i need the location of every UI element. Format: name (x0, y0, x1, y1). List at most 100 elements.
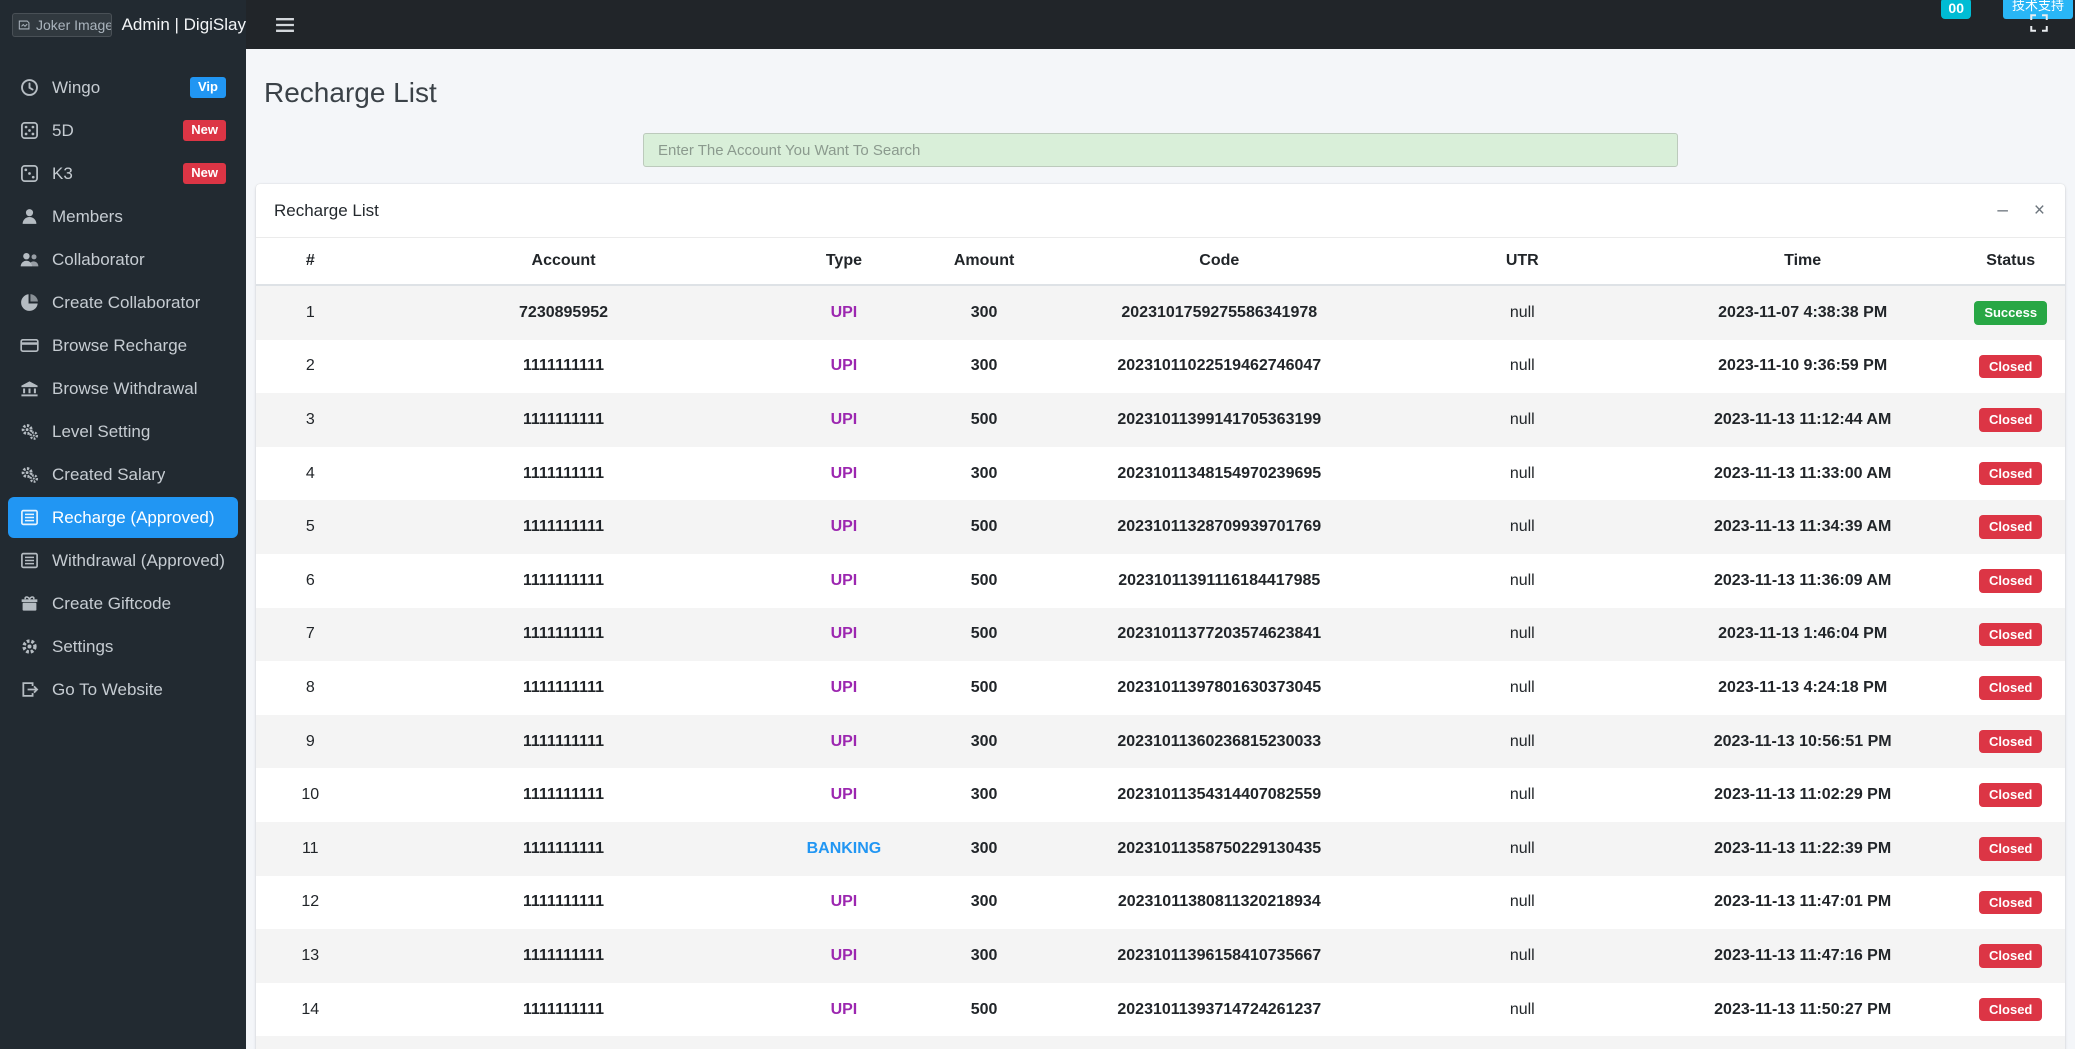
code-cell: 20231011393714724261237 (1117, 1000, 1322, 1018)
sidebar-item-label: Go To Website (52, 679, 163, 699)
time-cell: 2023-11-13 11:22:39 PM (1714, 839, 1892, 857)
sidebar-item-members[interactable]: Members (8, 196, 238, 237)
utr-cell: null (1509, 357, 1535, 375)
account-cell: 1111111111 (523, 786, 605, 804)
list-icon (20, 551, 39, 570)
sidebar-item-wingo[interactable]: Wingo Vip (8, 67, 238, 108)
gear-icon (20, 637, 39, 656)
sidebar: Wingo Vip 5D New K3 New Members Collaborator Cre… (0, 49, 246, 1049)
utr-cell: null (1509, 946, 1535, 964)
amount-cell: 500 (925, 1036, 1043, 1049)
sidebar-item-recharge-approved[interactable]: Recharge (Approved) (8, 497, 238, 538)
sidebar-item-label: Created Salary (52, 464, 166, 484)
status-badge: Closed (1979, 729, 2043, 754)
row-number-cell: 8 (305, 678, 315, 696)
fullscreen-expand-icon[interactable] (2029, 13, 2049, 33)
row-number-cell: 9 (305, 732, 315, 750)
type-cell: UPI (830, 357, 858, 375)
sidebar-item-label: Level Setting (52, 421, 151, 441)
status-badge: Closed (1979, 354, 2043, 379)
row-number-cell: 15 (256, 1036, 365, 1049)
sidebar-item-label: 5D (52, 120, 74, 140)
table-row: 5 1111111111 UPI 500 20231011328709939701769… (256, 500, 2065, 554)
sidebar-item-browse-withdrawal[interactable]: Browse Withdrawal (8, 368, 238, 409)
sidebar-item-collaborator[interactable]: Collaborator (8, 239, 238, 280)
sidebar-item-go-to-website[interactable]: Go To Website (8, 669, 238, 710)
code-cell: 20231011396158410735667 (1117, 946, 1322, 964)
sidebar-item-created-salary[interactable]: Created Salary (8, 454, 238, 495)
time-cell: 2023-11-13 4:24:18 PM (1718, 678, 1888, 696)
sidebar-item-label: Wingo (52, 77, 101, 97)
type-cell: UPI (830, 893, 858, 911)
amount-cell: 300 (970, 464, 998, 482)
sidebar-badge: New (183, 163, 226, 184)
sidebar-item-browse-recharge[interactable]: Browse Recharge (8, 325, 238, 366)
sidebar-menu: Wingo Vip 5D New K3 New Members Collaborator Cre… (0, 67, 246, 710)
code-cell: 20231011022519462746047 (1117, 357, 1322, 375)
table-row: 12 1111111111 UPI 300 2023101138081132021893… (256, 876, 2065, 930)
account-cell: 1111111111 (523, 571, 605, 589)
type-cell: UPI (830, 786, 858, 804)
code-cell: 20231011354314407082559 (1117, 786, 1322, 804)
account-cell: 1111111111 (523, 357, 605, 375)
account-search-input[interactable] (643, 133, 1678, 167)
gears-icon (20, 465, 39, 484)
table-row: 13 1111111111 UPI 300 2023101139615841073566… (256, 929, 2065, 983)
sidebar-item-label: Browse Recharge (52, 335, 188, 355)
card-minimize-button[interactable]: – (1995, 199, 2010, 222)
code-cell: 20231011380811320218934 (1117, 893, 1321, 911)
card-header: Recharge List – × (256, 184, 2065, 238)
sign-out-icon (20, 680, 39, 699)
sidebar-item-create-giftcode[interactable]: Create Giftcode (8, 583, 238, 624)
dice-5-icon (20, 121, 39, 140)
type-cell: BANKING (806, 839, 882, 857)
account-cell: 7230895952 (519, 303, 609, 321)
status-badge: Success (1974, 301, 2048, 325)
card-close-button[interactable]: × (2032, 199, 2047, 222)
code-cell: 20231011328709939701769 (1117, 518, 1322, 536)
status-cell: Closed (1956, 340, 2065, 394)
hamburger-menu-button[interactable] (268, 8, 302, 42)
sidebar-item-settings[interactable]: Settings (8, 626, 238, 667)
column-header-type: Type (762, 238, 926, 286)
status-badge: Closed (1979, 676, 2043, 700)
sidebar-badge: New (183, 120, 226, 141)
code-cell: 20231011360236815230033 (1117, 732, 1322, 750)
code-cell: 2023101759275586341978 (1121, 303, 1318, 321)
time-cell: 2023-11-13 11:34:39 AM (1713, 518, 1892, 536)
code-cell: 20231011391116184417985 (1118, 571, 1321, 589)
sidebar-item-create-collaborator[interactable]: Create Collaborator (8, 282, 238, 323)
sidebar-item-label: K3 (52, 163, 73, 183)
sidebar-item-5d[interactable]: 5D New (8, 110, 238, 151)
search-bar (254, 133, 2067, 167)
table-body: 1 7230895952 UPI 300 2023101759275586341978 n… (256, 285, 2065, 1049)
bank-icon (20, 379, 39, 398)
column-header-account: Account (364, 238, 763, 286)
type-cell: UPI (763, 1036, 926, 1049)
table-row: 4 1111111111 UPI 300 20231011348154970239695… (256, 447, 2065, 501)
utr-cell: null (1509, 464, 1535, 482)
utr-cell: null (1509, 303, 1535, 321)
sidebar-item-withdrawal-approved[interactable]: Withdrawal (Approved) (8, 540, 238, 581)
type-cell: UPI (830, 464, 858, 482)
sidebar-item-k3[interactable]: K3 New (8, 153, 238, 194)
account-cell: 1111111111 (523, 518, 605, 536)
code-cell: 20231011348154970239695 (1117, 464, 1322, 482)
topbar: Joker Image Admin | DigiSlay 00 技术支持 (0, 0, 2075, 49)
status-badge: Closed (1979, 622, 2043, 647)
list-icon (20, 508, 39, 527)
status-badge: Closed (1979, 836, 2043, 861)
code-cell: 20231011358750229130435 (1117, 839, 1322, 857)
utr-cell: null (1509, 410, 1535, 428)
utr-cell: null (1509, 678, 1535, 696)
sidebar-item-level-setting[interactable]: Level Setting (8, 411, 238, 452)
time-cell: 2023-11-13 11:33:00 AM (1713, 464, 1892, 482)
table-row: 14 1111111111 UPI 500 2023101139371472426123… (256, 983, 2065, 1037)
account-cell: 1111111111 (523, 678, 605, 696)
sidebar-item-label: Members (52, 206, 123, 226)
row-number-cell: 12 (301, 893, 320, 911)
amount-cell: 500 (970, 410, 998, 428)
code-cell: 20231011777343924822019 (1043, 1036, 1396, 1049)
table-row: 151111111111UPI5002023101177734392482201… (256, 1036, 2065, 1049)
account-cell: 1111111111 (523, 946, 605, 964)
